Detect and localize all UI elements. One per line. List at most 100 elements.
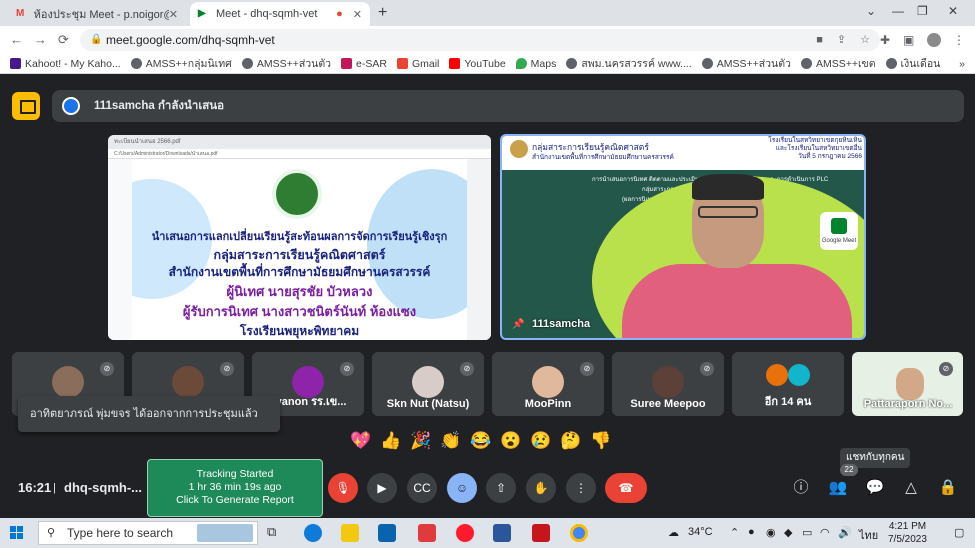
- sidepanel-icon[interactable]: ▣: [903, 33, 914, 47]
- chat-icon[interactable]: 💬: [865, 478, 885, 498]
- pin-icon[interactable]: 📌: [512, 319, 524, 330]
- gmail-icon: [396, 58, 408, 69]
- sparkling-heart-icon[interactable]: 💖: [350, 430, 372, 452]
- people-icon[interactable]: 👥: [828, 478, 848, 498]
- participant-tile[interactable]: ⊘ Suree Meepoo: [612, 352, 724, 416]
- thumbs-up-icon[interactable]: 👍: [380, 430, 402, 452]
- host-controls-icon[interactable]: 🔒: [938, 478, 958, 498]
- bookmark-amss-personal[interactable]: AMSS++ส่วนตัว: [241, 55, 331, 72]
- mail-icon[interactable]: [378, 524, 396, 542]
- tracking-action: Click To Generate Report: [176, 494, 294, 506]
- bookmark-youtube[interactable]: YouTube: [449, 58, 506, 70]
- window-close-icon[interactable]: ✕: [948, 4, 958, 18]
- new-tab-icon[interactable]: +: [378, 4, 387, 22]
- opera-icon[interactable]: [456, 524, 474, 542]
- notification-icon[interactable]: ▢: [954, 526, 964, 539]
- network-icon[interactable]: ▭: [802, 526, 812, 539]
- chrome-icon[interactable]: [570, 524, 588, 542]
- wifi-icon[interactable]: ◠: [820, 526, 830, 539]
- app-tray-icon[interactable]: ◆: [784, 526, 792, 539]
- video-header-line: สำนักงานเขตพื้นที่การศึกษามัธยมศึกษานครส…: [532, 154, 674, 161]
- more-participants-tile[interactable]: อีก 14 คน: [732, 352, 844, 416]
- input-language[interactable]: ไทย: [859, 526, 878, 544]
- captions-button[interactable]: CC: [407, 473, 437, 503]
- address-bar[interactable]: 🔒 meet.google.com/dhq-sqmh-vet ■ ⇪ ☆: [80, 29, 880, 51]
- acrobat-icon[interactable]: [532, 524, 550, 542]
- line-icon[interactable]: ●: [748, 526, 755, 538]
- wps-office-icon[interactable]: [418, 524, 436, 542]
- thumbs-down-icon[interactable]: 👎: [590, 430, 612, 452]
- menu-icon[interactable]: ⋮: [953, 33, 965, 47]
- bookmark-amss-area[interactable]: AMSS++เขต: [800, 55, 876, 72]
- surprised-face-icon[interactable]: 😮: [500, 430, 522, 452]
- shared-address: C:/Users/Administrator/Downloads/นำเสนอ.…: [108, 149, 491, 159]
- raise-hand-button[interactable]: ✋: [526, 473, 556, 503]
- task-view-icon[interactable]: ⧉: [267, 524, 285, 542]
- more-options-button[interactable]: ⋮: [566, 473, 596, 503]
- tears-of-joy-icon[interactable]: 😂: [470, 430, 492, 452]
- bookmarks-overflow-icon[interactable]: »: [959, 58, 965, 70]
- camera-button[interactable]: ▶: [367, 473, 397, 503]
- activities-icon[interactable]: △: [901, 478, 921, 498]
- tab-search-icon[interactable]: ⌄: [866, 4, 876, 18]
- share-icon[interactable]: ⇪: [837, 29, 846, 51]
- word-icon[interactable]: [493, 524, 511, 542]
- mic-off-button[interactable]: 🎙: [328, 473, 358, 503]
- bookmark-gmail[interactable]: Gmail: [396, 58, 439, 70]
- slide-title: นำเสนอการแลกเปลี่ยนเรียนรู้สะท้อนผลการจั…: [151, 231, 448, 243]
- party-popper-icon[interactable]: 🎉: [410, 430, 432, 452]
- close-icon[interactable]: ✕: [353, 8, 362, 21]
- meeting-time: 16:21: [18, 480, 52, 495]
- present-button[interactable]: ⇧: [486, 473, 516, 503]
- taskbar-search[interactable]: ⚲ Type here to search: [38, 521, 258, 545]
- extensions-icon[interactable]: ✚: [880, 33, 890, 47]
- presentation-icon[interactable]: [12, 92, 40, 120]
- emoji-button[interactable]: ☺: [447, 473, 477, 503]
- bookmark-amss-personal-2[interactable]: AMSS++ส่วนตัว: [701, 55, 791, 72]
- slide-supervisor: ผู้นิเทศ นายสุรชัย บัวหลวง: [226, 284, 373, 299]
- reload-icon[interactable]: ⟳: [58, 32, 69, 48]
- windows-start-icon[interactable]: [10, 526, 24, 540]
- tracking-report-button[interactable]: Tracking Started 1 hr 36 min 19s ago Cli…: [147, 459, 323, 517]
- gmail-icon: M: [16, 8, 25, 19]
- tab-gmail[interactable]: M ห้องประชุม Meet - p.noigor@gma ✕: [8, 2, 186, 26]
- bookmark-star-icon[interactable]: ☆: [860, 29, 870, 51]
- tab-title: Meet - dhq-sqmh-vet: [216, 8, 318, 20]
- participant-tile[interactable]: ⊘ Pattaraporn No...: [852, 352, 963, 416]
- bookmark-kahoot[interactable]: Kahoot! - My Kaho...: [10, 58, 121, 70]
- participant-tile[interactable]: ⊘ Skn Nut (Natsu): [372, 352, 484, 416]
- presenter-video-tile[interactable]: กลุ่มสาระการเรียนรู้คณิตศาสตร์ สำนักงานเ…: [500, 134, 866, 340]
- tab-meet[interactable]: ▶ Meet - dhq-sqmh-vet ● ✕: [190, 2, 370, 26]
- presentation-tile[interactable]: ทะเบียนนำเสนอ 2566.pdf C:/Users/Administ…: [108, 135, 491, 340]
- crying-face-icon[interactable]: 😢: [530, 430, 552, 452]
- forward-icon[interactable]: →: [34, 32, 47, 47]
- bookmark-salary[interactable]: เงินเดือน: [885, 55, 940, 72]
- volume-icon[interactable]: 🔊: [838, 526, 852, 539]
- restore-icon[interactable]: ❐: [917, 4, 928, 18]
- participant-tile[interactable]: ⊘ MooPinn: [492, 352, 604, 416]
- leave-call-button[interactable]: ☎: [605, 473, 647, 503]
- info-icon[interactable]: ⓘ: [791, 478, 811, 498]
- avatar: [788, 364, 810, 386]
- profile-avatar[interactable]: [927, 33, 941, 47]
- bookmark-amss-group[interactable]: AMSS++กลุ่มนิเทศ: [130, 55, 232, 72]
- file-explorer-icon[interactable]: [341, 524, 359, 542]
- minimize-icon[interactable]: —: [892, 4, 904, 18]
- clapping-hands-icon[interactable]: 👏: [440, 430, 462, 452]
- tray-overflow-icon[interactable]: ⌃: [730, 526, 739, 539]
- pdf-left-panel: [108, 159, 132, 340]
- weather-icon[interactable]: ☁: [668, 526, 679, 539]
- participant-name: Suree Meepoo: [630, 398, 706, 410]
- camera-icon[interactable]: ■: [816, 29, 823, 51]
- edge-icon[interactable]: [304, 524, 322, 542]
- bookmarks-bar: Kahoot! - My Kaho... AMSS++กลุ่มนิเทศ AM…: [0, 54, 975, 74]
- bookmark-esar[interactable]: e-SAR: [341, 58, 387, 70]
- close-icon[interactable]: ✕: [169, 8, 178, 21]
- bookmark-spm[interactable]: สพม.นครสวรรค์ www....: [566, 55, 692, 72]
- thinking-face-icon[interactable]: 🤔: [560, 430, 582, 452]
- security-icon[interactable]: ◉: [766, 526, 776, 539]
- system-clock[interactable]: 4:21 PM 7/5/2023: [888, 520, 927, 546]
- pdf-right-panel: [467, 159, 491, 340]
- bookmark-maps[interactable]: Maps: [515, 58, 556, 70]
- back-icon[interactable]: ←: [10, 32, 23, 47]
